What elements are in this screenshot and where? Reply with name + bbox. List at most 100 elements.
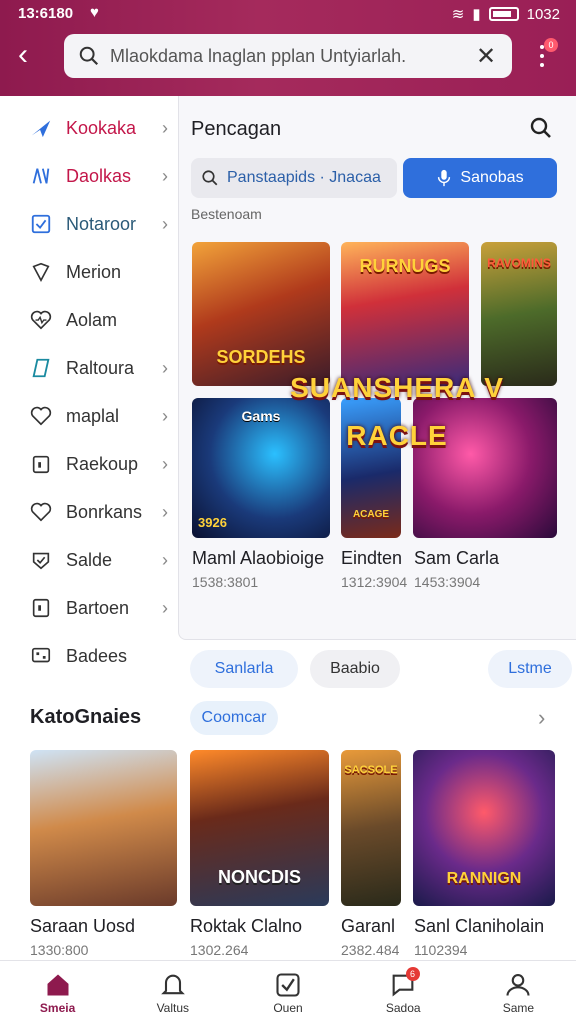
nav-home[interactable]: Smeia — [0, 961, 115, 1024]
game-meta: 1102394 — [414, 942, 468, 958]
game-meta: 1538:3801 — [192, 574, 259, 590]
sidebar-item-kookaka[interactable]: Kookaka › — [16, 104, 176, 152]
cover-title: ACAGE — [352, 509, 390, 520]
sidebar-item-label: Merion — [66, 261, 122, 282]
sidebar-item-label: Salde — [66, 549, 113, 570]
game-title[interactable]: Eindten — [341, 548, 402, 569]
sidebar-item-label: Raekoup — [66, 453, 139, 474]
battery-icon — [488, 7, 519, 21]
nav-label: Ouen — [273, 1001, 303, 1015]
check-square-icon — [276, 973, 300, 997]
search-icon[interactable] — [529, 116, 553, 140]
game-title[interactable]: Maml Alaobioige — [192, 548, 324, 569]
tablet-icon — [32, 598, 50, 618]
home-icon — [47, 974, 69, 996]
sidebar-item-label: maplal — [66, 405, 120, 426]
nav-badge: 6 — [405, 967, 420, 981]
chevron-right-icon[interactable]: › — [538, 705, 545, 731]
filter-chip[interactable]: Baabio — [310, 650, 400, 688]
sidebar-item-salde[interactable]: Salde › — [16, 536, 176, 584]
sidebar-item-label: Bonrkans — [66, 501, 143, 522]
game-title[interactable]: Roktak Clalno — [190, 916, 302, 937]
game-cover: RANNIGN — [413, 750, 555, 906]
status-time: 13:6180 — [18, 5, 74, 22]
chevron-right-icon: › — [162, 166, 168, 186]
plane-icon — [31, 120, 51, 138]
voice-search-button[interactable]: Sanobas — [403, 158, 557, 198]
clipboard-icon — [32, 455, 50, 474]
nav-same[interactable]: Same — [461, 961, 576, 1024]
app-bar: 13:6180 ♥ ≋ ▮ 1032 ‹ ✕ 0 — [0, 0, 576, 96]
back-arrow-icon[interactable]: ‹ — [18, 40, 48, 70]
panel-search-input[interactable] — [227, 169, 387, 187]
gamepad-icon — [31, 647, 51, 663]
sidebar-item-bonrkans[interactable]: Bonrkans › — [16, 488, 176, 536]
promo-banner[interactable]: SUANSHERA V RACLE — [286, 364, 508, 451]
game-card[interactable]: RANNIGN — [413, 750, 555, 906]
game-card[interactable]: NONCDIS — [190, 750, 329, 906]
sidebar: Kookaka › Daolkas › Notaroor › Merion Ao… — [16, 104, 176, 680]
game-title[interactable]: Garanl — [341, 916, 395, 937]
battery-level: 1032 — [526, 5, 560, 23]
chevron-right-icon: › — [162, 550, 168, 570]
clear-icon[interactable]: ✕ — [474, 42, 498, 71]
game-meta: 1302.264 — [190, 942, 249, 958]
search-icon — [79, 46, 99, 66]
sidebar-item-label: Daolkas — [66, 165, 132, 186]
chevron-right-icon: › — [162, 118, 168, 138]
sidebar-item-label: Raltoura — [66, 357, 135, 378]
chevron-right-icon: › — [162, 406, 168, 426]
cover-title: NONCDIS — [217, 867, 301, 887]
cover-title: SACSOLE — [344, 764, 398, 776]
game-title[interactable]: Sanl Claniholain — [414, 916, 544, 937]
chevron-right-icon: › — [162, 214, 168, 234]
game-card[interactable] — [30, 750, 177, 906]
chevron-right-icon: › — [162, 454, 168, 474]
search-input[interactable] — [110, 45, 474, 67]
sidebar-item-notaroor[interactable]: Notaroor › — [16, 200, 176, 248]
cover-title: RURNUGS — [359, 256, 451, 276]
nav-valtus[interactable]: Valtus — [115, 961, 230, 1024]
game-title[interactable]: Sam Carla — [414, 548, 499, 569]
nav-label: Same — [502, 1001, 535, 1015]
heart-outline-icon — [30, 502, 52, 522]
status-bar: 13:6180 ♥ ≋ ▮ 1032 — [0, 0, 576, 28]
cover-title: RANNIGN — [446, 870, 522, 887]
game-title[interactable]: Saraan Uosd — [30, 916, 135, 937]
sidebar-item-maplal[interactable]: maplal › — [16, 392, 176, 440]
nav-sadoa[interactable]: 6 Sadoa — [346, 961, 461, 1024]
heartbeat-icon — [30, 310, 52, 330]
notification-icon: ♥ — [90, 4, 99, 21]
sidebar-item-badees[interactable]: Badees — [16, 632, 176, 680]
filter-chip[interactable]: Sanlarla — [190, 650, 298, 688]
panel-title: Pencagan — [191, 118, 282, 140]
sidebar-item-aolam[interactable]: Aolam — [16, 296, 176, 344]
sidebar-item-daolkas[interactable]: Daolkas › — [16, 152, 176, 200]
section-title: KatoGnaies — [30, 706, 142, 728]
cover-badge: 3926 — [198, 515, 227, 530]
game-cover: Gams 3926 — [192, 398, 330, 538]
filter-chip[interactable]: Lstme — [488, 650, 572, 688]
search-icon — [202, 170, 218, 186]
game-card[interactable]: SACSOLE — [341, 750, 401, 906]
more-menu-icon[interactable]: 0 — [532, 38, 558, 72]
panel-search-field[interactable] — [191, 158, 397, 198]
game-cover: SACSOLE — [341, 750, 401, 906]
sidebar-item-merion[interactable]: Merion — [16, 248, 176, 296]
game-card[interactable]: Gams 3926 — [192, 398, 330, 538]
search-bar[interactable]: ✕ — [64, 34, 512, 78]
sidebar-item-bartoen[interactable]: Bartoen › — [16, 584, 176, 632]
nav-label: Sadoa — [385, 1001, 421, 1015]
cover-title: RAVOMINS — [487, 256, 551, 270]
nav-ouen[interactable]: Ouen — [230, 961, 345, 1024]
microphone-icon — [438, 169, 451, 187]
section-chip[interactable]: Coomcar — [190, 701, 278, 735]
chart-icon — [32, 168, 50, 184]
sidebar-item-raekoup[interactable]: Raekoup › — [16, 440, 176, 488]
sidebar-item-raltoura[interactable]: Raltoura › — [16, 344, 176, 392]
sidebar-item-label: Bartoen — [66, 597, 130, 618]
sidebar-item-label: Aolam — [66, 309, 118, 330]
voice-search-label: Sanobas — [460, 169, 524, 186]
checkbox-icon — [31, 214, 51, 234]
signal-icon: ▮ — [472, 6, 481, 23]
